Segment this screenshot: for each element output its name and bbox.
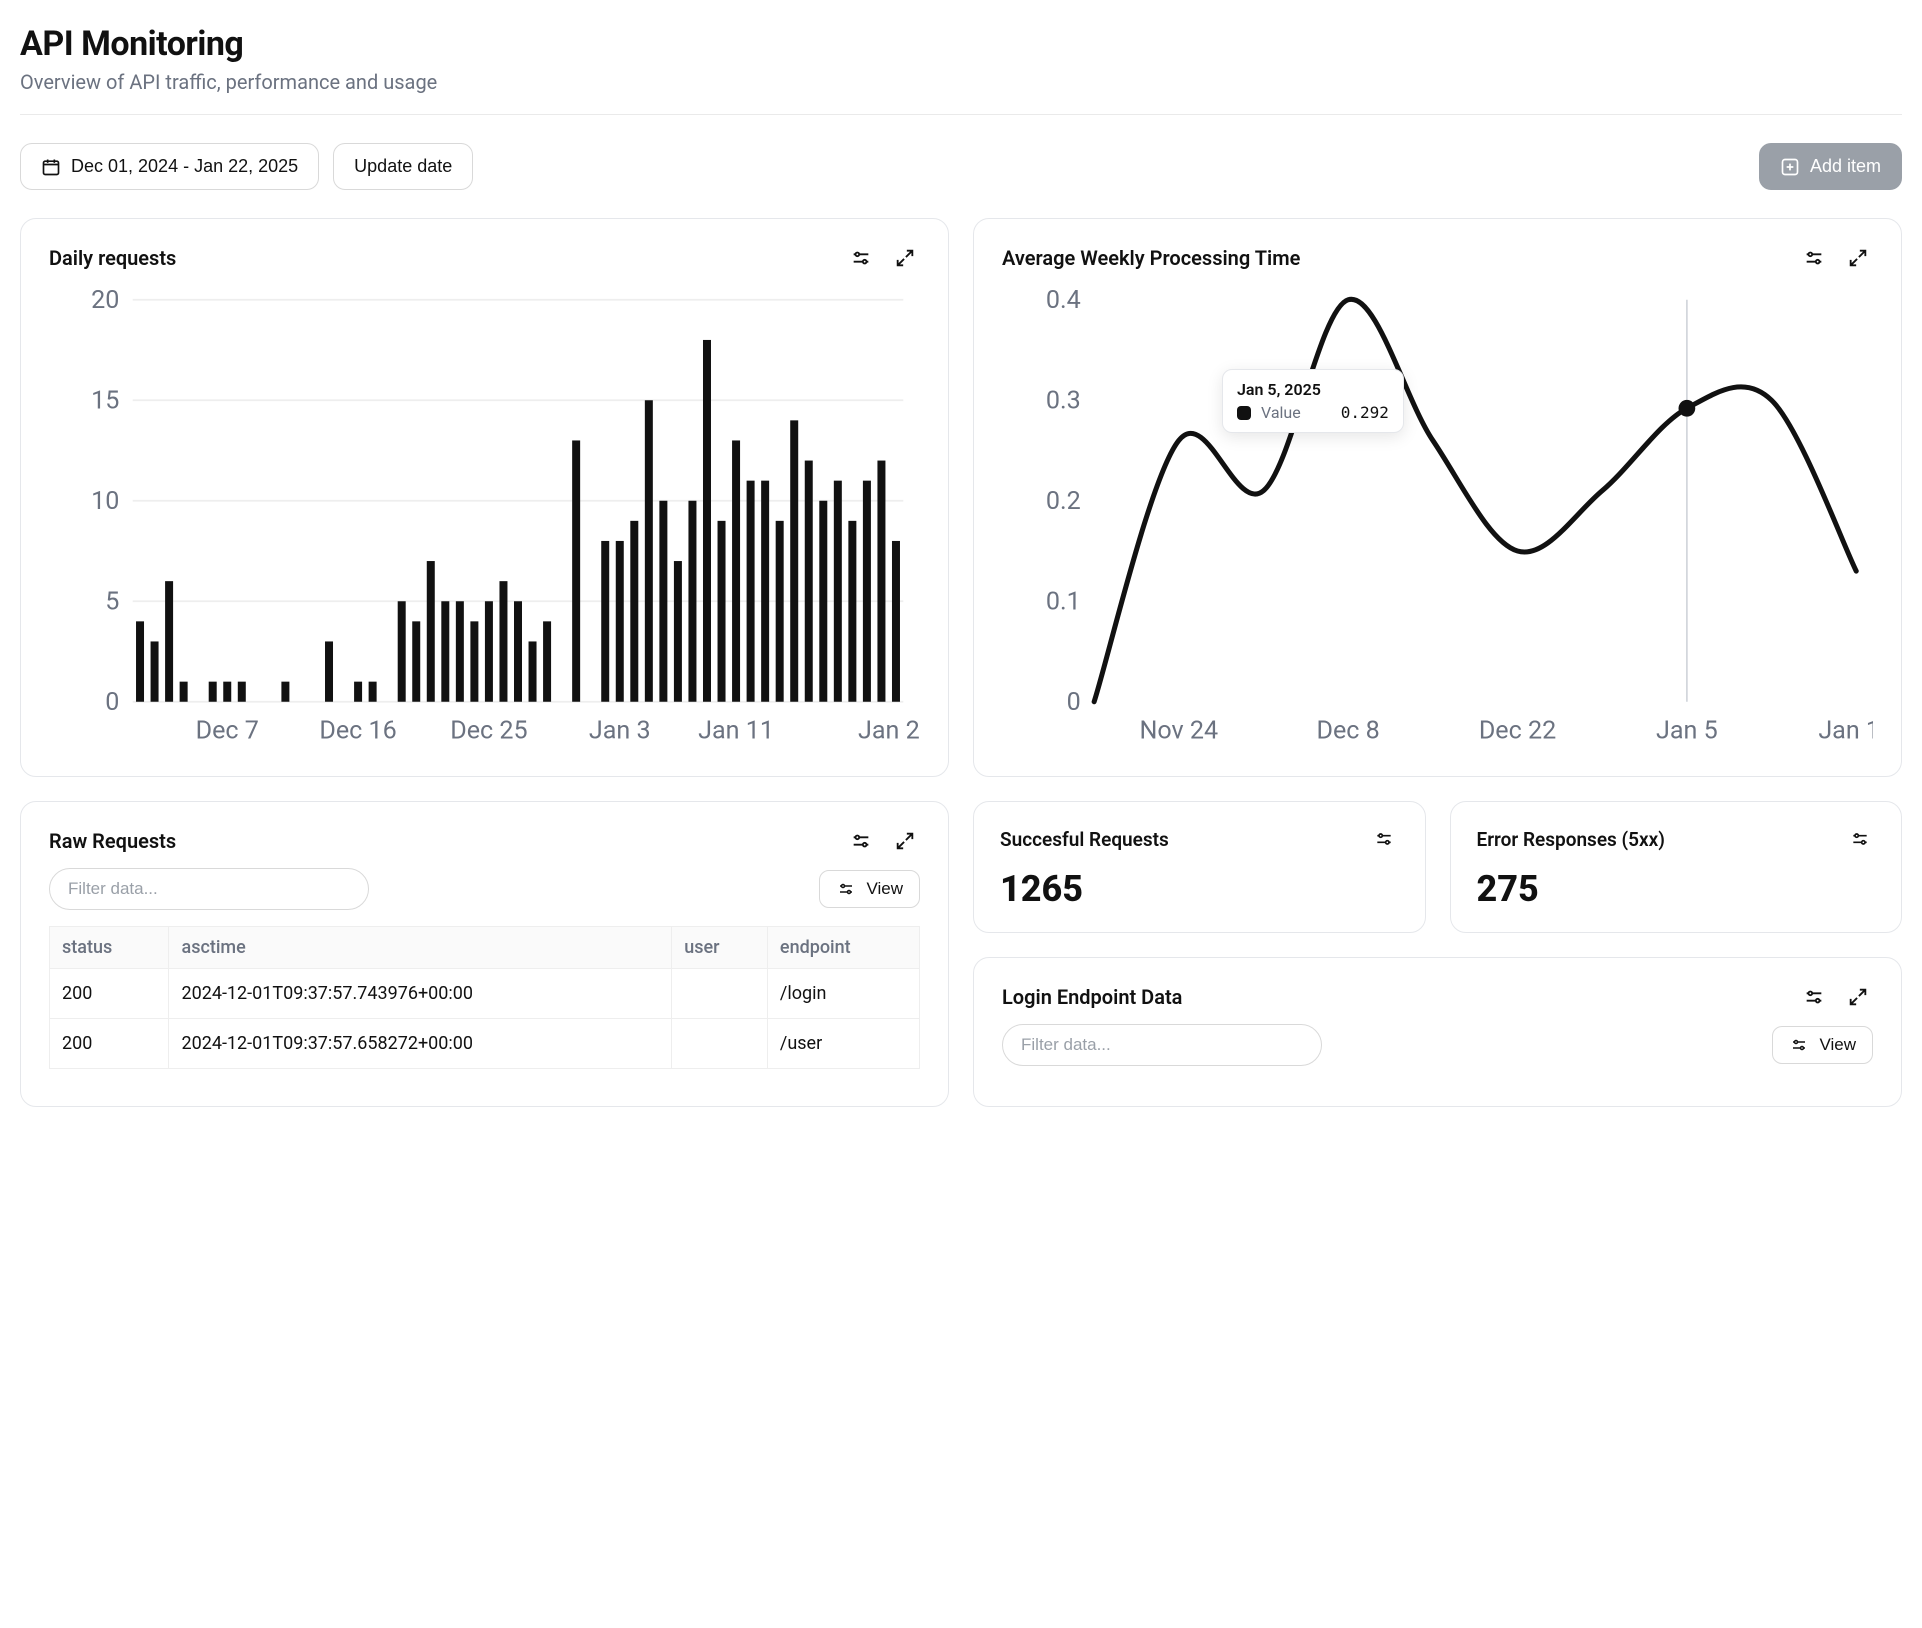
card-title-raw: Raw Requests (49, 829, 832, 853)
stat-title-errors: Error Responses (5xx) (1477, 828, 1836, 851)
svg-text:0: 0 (105, 688, 119, 717)
svg-text:Jan 11: Jan 11 (698, 717, 774, 746)
cell-endpoint: /login (767, 969, 919, 1019)
settings-icon[interactable] (1799, 243, 1829, 273)
table-header: user (672, 927, 768, 969)
right-column: Succesful Requests 1265 Error Responses … (973, 801, 1902, 1107)
svg-text:Dec 25: Dec 25 (450, 717, 527, 746)
expand-icon[interactable] (1843, 982, 1873, 1012)
card-successful-requests: Succesful Requests 1265 (973, 801, 1426, 933)
svg-text:Dec 8: Dec 8 (1317, 717, 1380, 746)
cell-endpoint: /user (767, 1019, 919, 1069)
svg-text:0.1: 0.1 (1046, 588, 1081, 617)
svg-text:0.4: 0.4 (1046, 286, 1081, 315)
tooltip-value: 0.292 (1341, 403, 1389, 422)
card-title-daily: Daily requests (49, 246, 832, 270)
svg-text:Jan 22: Jan 22 (858, 717, 920, 746)
cell-user (672, 1019, 768, 1069)
cell-user (672, 969, 768, 1019)
table-header: endpoint (767, 927, 919, 969)
page-header: API Monitoring Overview of API traffic, … (20, 24, 1902, 115)
svg-text:15: 15 (91, 387, 119, 416)
tooltip-swatch (1237, 406, 1251, 420)
settings-icon[interactable] (1369, 824, 1399, 854)
svg-text:Dec 7: Dec 7 (196, 717, 259, 746)
expand-icon[interactable] (1843, 243, 1873, 273)
view-label-raw: View (866, 879, 903, 899)
dashboard-grid: Daily requests 0 5 10 15 20 Dec 7 Dec 16 Dec 25… (20, 218, 1902, 1107)
page-subtitle: Overview of API traffic, performance and… (20, 70, 1902, 94)
card-title-login: Login Endpoint Data (1002, 985, 1785, 1009)
date-range-button[interactable]: Dec 01, 2024 - Jan 22, 2025 (20, 143, 319, 190)
settings-icon[interactable] (846, 243, 876, 273)
filter-input-raw[interactable] (49, 868, 369, 910)
sliders-icon (1789, 1035, 1809, 1055)
filter-input-login[interactable] (1002, 1024, 1322, 1066)
svg-text:Dec 16: Dec 16 (319, 717, 396, 746)
settings-icon[interactable] (1799, 982, 1829, 1012)
cell-status: 200 (50, 1019, 169, 1069)
table-header: asctime (169, 927, 672, 969)
view-button-login[interactable]: View (1772, 1026, 1873, 1064)
stat-value-errors: 275 (1477, 868, 1876, 910)
card-raw-requests: Raw Requests View statusasctimeuserendpo… (20, 801, 949, 1107)
view-button-raw[interactable]: View (819, 870, 920, 908)
chart-weekly-processing: 0 0.1 0.2 0.3 0.4 Nov 24 Dec 8 Dec 22 Jan 5 Jan 1… (1002, 283, 1873, 752)
card-login-endpoint: Login Endpoint Data View (973, 957, 1902, 1107)
chart-tooltip: Jan 5, 2025 Value 0.292 (1222, 369, 1404, 433)
toolbar: Dec 01, 2024 - Jan 22, 2025 Update date … (20, 143, 1902, 190)
svg-text:Nov 24: Nov 24 (1139, 717, 1218, 746)
cell-status: 200 (50, 969, 169, 1019)
plus-square-icon (1780, 157, 1800, 177)
add-item-button[interactable]: Add item (1759, 143, 1902, 190)
add-item-label: Add item (1810, 156, 1881, 177)
table-row[interactable]: 200 2024-12-01T09:37:57.658272+00:00 /us… (50, 1019, 920, 1069)
table-row[interactable]: 200 2024-12-01T09:37:57.743976+00:00 /lo… (50, 969, 920, 1019)
svg-text:Jan 19: Jan 19 (1818, 717, 1873, 746)
svg-text:5: 5 (105, 588, 119, 617)
svg-text:Jan 3: Jan 3 (589, 717, 651, 746)
chart-daily-requests: 0 5 10 15 20 Dec 7 Dec 16 Dec 25 Jan 3 Jan 11 Jan … (49, 283, 920, 752)
tooltip-label: Value (1261, 403, 1301, 422)
cell-asctime: 2024-12-01T09:37:57.658272+00:00 (169, 1019, 672, 1069)
svg-text:10: 10 (91, 487, 119, 516)
svg-text:0.3: 0.3 (1046, 387, 1081, 416)
svg-text:0.2: 0.2 (1046, 487, 1081, 516)
expand-icon[interactable] (890, 243, 920, 273)
svg-text:Jan 5: Jan 5 (1656, 717, 1718, 746)
update-date-button[interactable]: Update date (333, 143, 473, 190)
settings-icon[interactable] (1845, 824, 1875, 854)
svg-text:0: 0 (1067, 688, 1081, 717)
stat-title-success: Succesful Requests (1000, 828, 1359, 851)
date-range-label: Dec 01, 2024 - Jan 22, 2025 (71, 156, 298, 177)
card-title-weekly: Average Weekly Processing Time (1002, 246, 1785, 270)
card-daily-requests: Daily requests 0 5 10 15 20 Dec 7 Dec 16 Dec 25… (20, 218, 949, 777)
tooltip-date: Jan 5, 2025 (1237, 380, 1389, 399)
sliders-icon (836, 879, 856, 899)
cell-asctime: 2024-12-01T09:37:57.743976+00:00 (169, 969, 672, 1019)
page-title: API Monitoring (20, 24, 1902, 64)
view-label-login: View (1819, 1035, 1856, 1055)
svg-text:Dec 22: Dec 22 (1479, 717, 1556, 746)
table-header: status (50, 927, 169, 969)
calendar-icon (41, 157, 61, 177)
raw-requests-table: statusasctimeuserendpoint 200 2024-12-01… (49, 926, 920, 1069)
card-weekly-processing: Average Weekly Processing Time 0 0.1 0.2 0.… (973, 218, 1902, 777)
svg-text:20: 20 (91, 286, 119, 315)
card-error-responses: Error Responses (5xx) 275 (1450, 801, 1903, 933)
expand-icon[interactable] (890, 826, 920, 856)
update-date-label: Update date (354, 156, 452, 177)
settings-icon[interactable] (846, 826, 876, 856)
stat-value-success: 1265 (1000, 868, 1399, 910)
